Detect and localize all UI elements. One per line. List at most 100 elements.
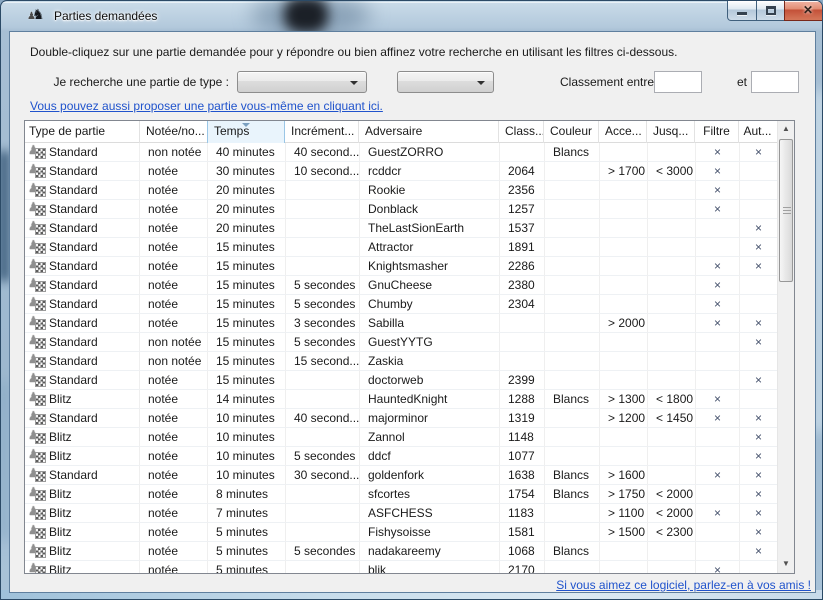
window-controls: ✕ (728, 1, 823, 21)
checkerboard-glyph (36, 396, 45, 405)
table-row[interactable]: ♟Blitznotée5 minutesFishysoisse1581> 150… (25, 523, 777, 542)
minimize-button[interactable] (727, 1, 757, 21)
cell-opponent: goldenfork (360, 466, 500, 485)
cell-rating: 2380 (500, 276, 545, 295)
cell-auto: × (740, 447, 777, 466)
table-row[interactable]: ♟Standardnotée15 minutesKnightsmasher228… (25, 257, 777, 276)
cell-rated: non notée (140, 352, 208, 371)
table-row[interactable]: ♟Standardnotée10 minutes40 second...majo… (25, 409, 777, 428)
table-row[interactable]: ♟Standardnon notée15 minutes5 secondesGu… (25, 333, 777, 352)
vertical-scrollbar[interactable]: ▲ ▼ (777, 121, 794, 573)
table-row[interactable]: ♟Blitznotée14 minutesHauntedKnight1288Bl… (25, 390, 777, 409)
table-row[interactable]: ♟Standardnotée20 minutesTheLastSionEarth… (25, 219, 777, 238)
cell-accepts: > 1600 (600, 466, 648, 485)
table-row[interactable]: ♟Blitznotée10 minutes5 secondesddcf1077× (25, 447, 777, 466)
cell-type: Standard (49, 468, 98, 482)
cell-until (648, 181, 696, 200)
cell-color (545, 504, 600, 523)
cell-filter: × (696, 257, 740, 276)
cell-type: Blitz (49, 525, 72, 539)
cell-auto: × (740, 333, 777, 352)
maximize-button[interactable] (756, 1, 785, 21)
column-header-1[interactable]: Notée/no... (140, 121, 208, 143)
cell-opponent: Donblack (360, 200, 500, 219)
table-row[interactable]: ♟Standardnotée15 minutes5 secondesGnuChe… (25, 276, 777, 295)
table-row[interactable]: ♟Standardnotée15 minutesdoctorweb2399× (25, 371, 777, 390)
cell-type: Blitz (49, 430, 72, 444)
rating-min-input[interactable] (654, 71, 702, 93)
cell-color: Blancs (545, 485, 600, 504)
table-row[interactable]: ♟Blitznotée5 minutesblik2170× (25, 561, 777, 573)
checkerboard-glyph (36, 187, 45, 196)
column-header-2[interactable]: Temps (207, 121, 285, 143)
cell-accepts: > 1700 (600, 162, 648, 181)
column-header-8[interactable]: Jusq... (647, 121, 695, 143)
cell-auto (740, 276, 777, 295)
tell-friends-link[interactable]: Si vous aimez ce logiciel, parlez-en à v… (556, 578, 811, 592)
app-icon: ♞ ♟ (28, 7, 46, 25)
column-header-7[interactable]: Acce... (599, 121, 647, 143)
column-header-9[interactable]: Filtre (695, 121, 739, 143)
scrollbar-thumb[interactable] (779, 139, 793, 282)
table-row[interactable]: ♟Blitznotée10 minutesZannol1148× (25, 428, 777, 447)
cell-type: Standard (49, 373, 98, 387)
column-header-5[interactable]: Class... (499, 121, 544, 143)
table-row[interactable]: ♟Blitznotée7 minutesASFCHESS1183> 1100< … (25, 504, 777, 523)
cell-increment: 40 second... (286, 409, 360, 428)
titlebar[interactable]: ♞ ♟ Parties demandées ✕ (1, 1, 822, 31)
cell-accepts (600, 371, 648, 390)
cell-rating: 1891 (500, 238, 545, 257)
table-row[interactable]: ♟Blitznotée8 minutessfcortes1754Blancs> … (25, 485, 777, 504)
cell-rated: notée (140, 523, 208, 542)
cell-type: Standard (49, 221, 98, 235)
table-row[interactable]: ♟Standardnon notée40 minutes40 second...… (25, 143, 777, 162)
table-row[interactable]: ♟Standardnotée30 minutes10 second...rcdd… (25, 162, 777, 181)
cell-until (648, 371, 696, 390)
pawn-checkerboard-icon: ♟ (29, 201, 46, 216)
cell-time: 10 minutes (208, 466, 286, 485)
cell-type: Standard (49, 297, 98, 311)
cell-color (545, 523, 600, 542)
column-header-10[interactable]: Aut... (739, 121, 776, 143)
rating-max-input[interactable] (751, 71, 799, 93)
table-row[interactable]: ♟Standardnotée20 minutesRookie2356× (25, 181, 777, 200)
cell-opponent: blik (360, 561, 500, 573)
pawn-checkerboard-icon: ♟ (29, 182, 46, 197)
cell-time: 40 minutes (208, 143, 286, 162)
cell-increment: 5 secondes (286, 333, 360, 352)
close-button[interactable]: ✕ (784, 1, 823, 21)
cell-type: Standard (49, 240, 98, 254)
pawn-checkerboard-icon: ♟ (29, 562, 46, 573)
cell-time: 15 minutes (208, 371, 286, 390)
cell-rated: notée (140, 466, 208, 485)
pawn-checkerboard-icon: ♟ (29, 296, 46, 311)
table-row[interactable]: ♟Standardnotée15 minutes5 secondesChumby… (25, 295, 777, 314)
cell-filter (696, 352, 740, 371)
table-row[interactable]: ♟Standardnotée15 minutesAttractor1891× (25, 238, 777, 257)
cell-auto (740, 181, 777, 200)
game-type-combobox[interactable] (237, 71, 367, 93)
table-row[interactable]: ♟Blitznotée5 minutes5 secondesnadakareem… (25, 542, 777, 561)
table-row[interactable]: ♟Standardnotée15 minutes3 secondesSabill… (25, 314, 777, 333)
cell-type: Standard (49, 335, 98, 349)
cell-opponent: HauntedKnight (360, 390, 500, 409)
column-header-0[interactable]: Type de partie (25, 121, 140, 143)
column-header-4[interactable]: Adversaire (359, 121, 499, 143)
table-header: Type de partieNotée/no...TempsIncrément.… (25, 121, 777, 143)
scroll-down-button[interactable]: ▼ (778, 556, 794, 573)
cell-opponent: Rookie (360, 181, 500, 200)
table-row[interactable]: ♟Standardnon notée15 minutes15 second...… (25, 352, 777, 371)
table-row[interactable]: ♟Standardnotée20 minutesDonblack1257× (25, 200, 777, 219)
table-row[interactable]: ♟Standardnotée10 minutes30 second...gold… (25, 466, 777, 485)
game-variant-combobox[interactable] (397, 71, 494, 93)
cell-color: Blancs (545, 542, 600, 561)
propose-game-link[interactable]: Vous pouvez aussi proposer une partie vo… (30, 99, 383, 113)
cell-until (648, 466, 696, 485)
column-header-3[interactable]: Incrément... (285, 121, 359, 143)
cell-rating: 2304 (500, 295, 545, 314)
cell-until: < 1450 (648, 409, 696, 428)
cell-increment: 40 second... (286, 143, 360, 162)
scroll-up-button[interactable]: ▲ (778, 121, 794, 138)
cell-auto: × (740, 485, 777, 504)
column-header-6[interactable]: Couleur (544, 121, 599, 143)
